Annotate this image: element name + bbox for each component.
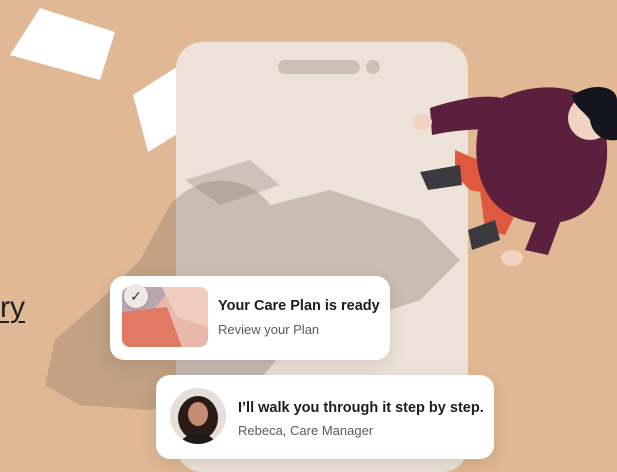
hero-illustration: ry ✓ Your Care Plan is ready Review your… [0,0,617,472]
plan-card-title: Your Care Plan is ready [218,298,380,314]
care-plan-card[interactable]: ✓ Your Care Plan is ready Review your Pl… [110,276,390,360]
avatar [170,388,226,444]
partial-link[interactable]: ry [0,291,25,325]
person-shoe-back [468,220,500,250]
message-text: I’ll walk you through it step by step. [238,400,484,416]
person-hand-right [501,250,523,266]
plan-card-subtitle[interactable]: Review your Plan [218,322,319,337]
check-icon: ✓ [124,284,148,308]
person-hand-left [412,114,432,130]
person-shoe-front [420,165,462,190]
message-sender: Rebeca, Care Manager [238,423,374,438]
care-manager-message-card: I’ll walk you through it step by step. R… [156,375,494,459]
avatar-portrait [170,388,226,444]
